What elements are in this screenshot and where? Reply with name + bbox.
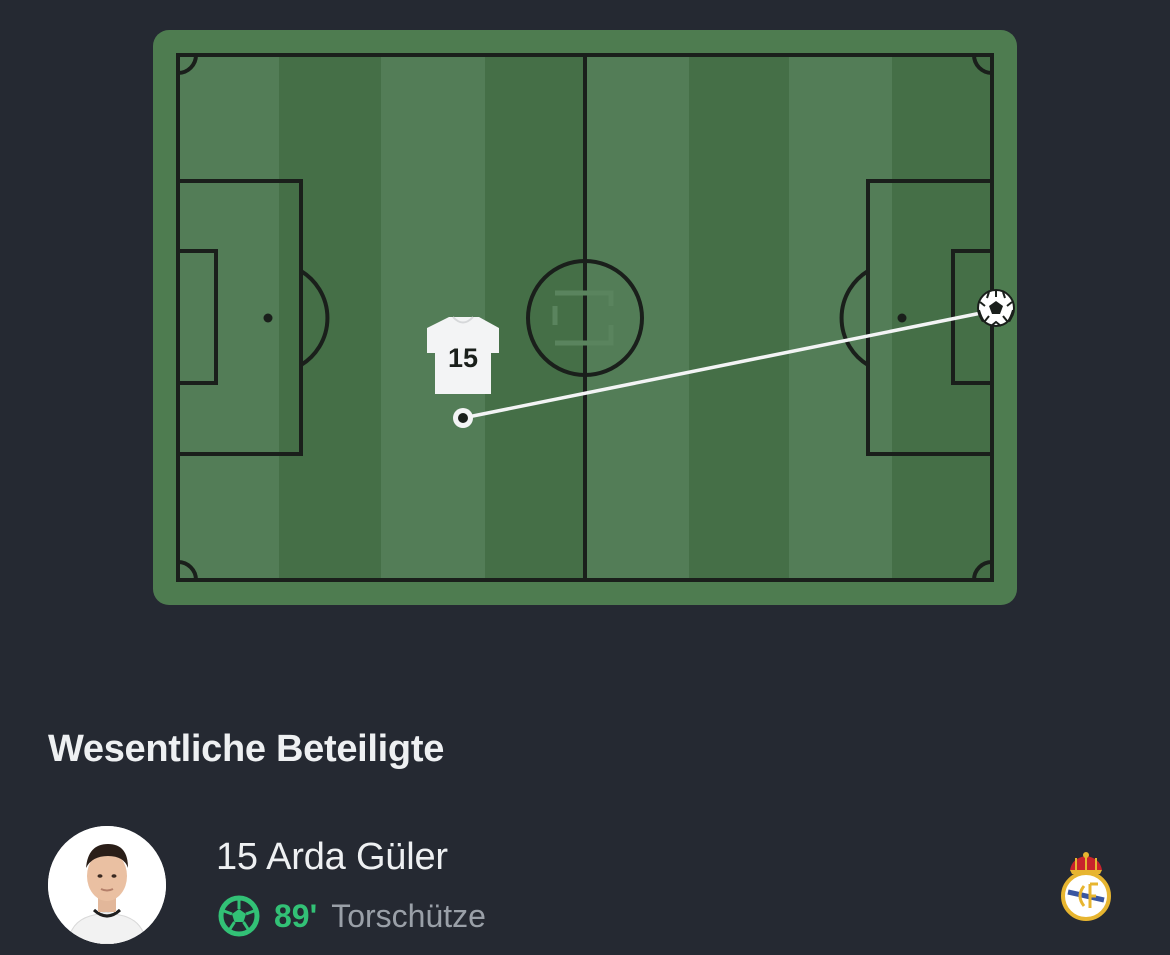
pitch-svg: 15: [153, 30, 1017, 605]
left-penalty-spot: [263, 313, 273, 323]
jersey-number: 15: [448, 343, 478, 373]
event-type: Torschütze: [331, 897, 486, 934]
real-madrid-crest-icon: [1058, 850, 1114, 924]
player-jersey-icon: 15: [427, 316, 499, 394]
player-photo: [48, 826, 166, 944]
section-title: Wesentliche Beteiligte: [48, 728, 445, 770]
player-avatar[interactable]: [48, 826, 166, 944]
player-row[interactable]: 15 Arda Güler 89' Torschütze: [0, 820, 1170, 955]
player-name[interactable]: 15 Arda Güler: [216, 836, 448, 879]
event-minute: 89': [274, 897, 318, 934]
soccer-ball-icon: [218, 895, 260, 937]
player-event: 89' Torschütze: [218, 894, 486, 938]
ball-goal-marker-icon: [977, 289, 1015, 327]
shot-map-pitch: 15: [153, 30, 1017, 605]
right-penalty-spot: [897, 313, 907, 323]
